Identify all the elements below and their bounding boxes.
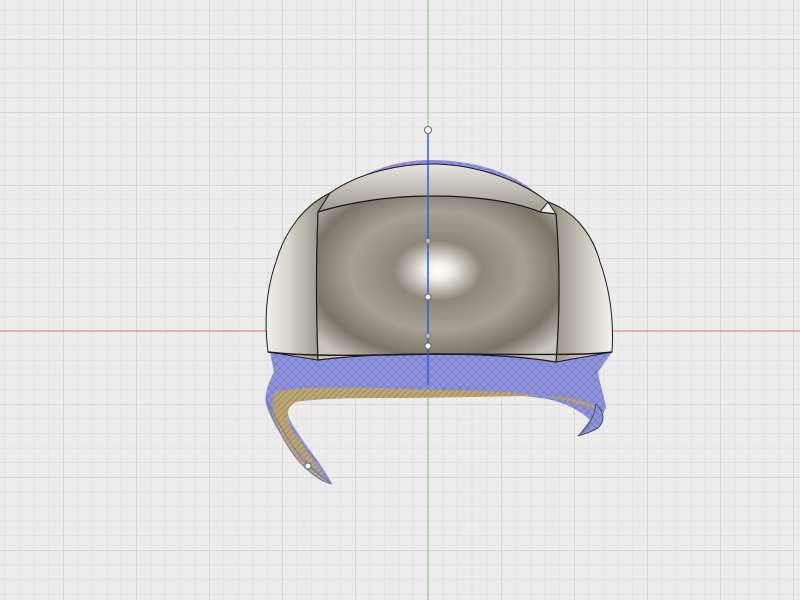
circle-handle-icon[interactable] xyxy=(424,126,432,134)
viewport-canvas[interactable] xyxy=(0,0,800,600)
3d-viewport[interactable] xyxy=(0,0,800,600)
circle-handle-icon[interactable] xyxy=(425,333,431,339)
circle-handle-icon[interactable] xyxy=(424,293,432,301)
circle-handle-icon[interactable] xyxy=(304,462,312,470)
shell-front-panel xyxy=(315,195,560,363)
circle-handle-icon[interactable] xyxy=(424,342,432,350)
circle-handle-icon[interactable] xyxy=(425,238,431,244)
